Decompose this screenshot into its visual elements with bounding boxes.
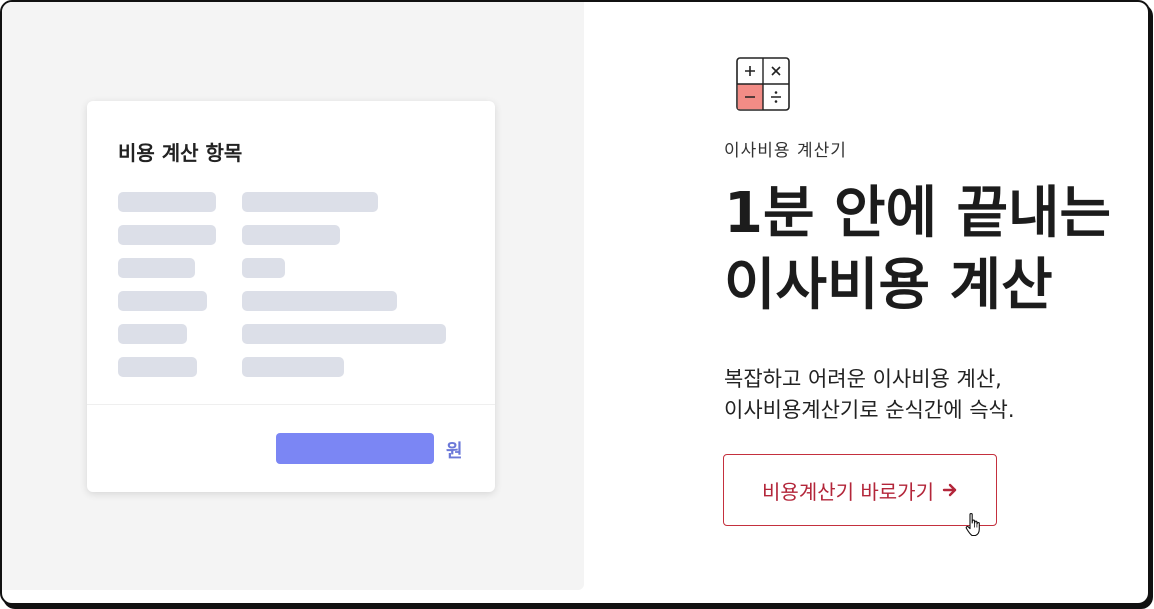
calculator-link-button[interactable]: 비용계산기 바로가기 bbox=[723, 454, 997, 526]
app-frame: 비용 계산 항목 원 이사비용 계산기 1분 안에 끝내는 이사비용 계산 복잡… bbox=[0, 0, 1150, 605]
arrow-right-icon bbox=[942, 483, 957, 497]
skeleton-label bbox=[118, 192, 216, 212]
skeleton-label bbox=[118, 225, 216, 245]
skeleton-label bbox=[118, 324, 187, 344]
skeleton-label bbox=[118, 258, 195, 278]
eyebrow-text: 이사비용 계산기 bbox=[724, 141, 847, 161]
currency-unit: 원 bbox=[446, 441, 463, 462]
description: 복잡하고 어려운 이사비용 계산, 이사비용계산기로 순식간에 슥삭. bbox=[724, 364, 1015, 426]
skeleton-value bbox=[242, 225, 340, 245]
skeleton-value bbox=[242, 291, 397, 311]
card-divider bbox=[87, 404, 495, 405]
skeleton-value bbox=[242, 258, 285, 278]
skeleton-value bbox=[242, 192, 378, 212]
card-title: 비용 계산 항목 bbox=[118, 141, 243, 165]
calculator-link-label: 비용계산기 바로가기 bbox=[762, 479, 934, 504]
cost-card: 비용 계산 항목 원 bbox=[87, 101, 495, 492]
skeleton-label bbox=[118, 357, 197, 377]
preview-panel: 비용 계산 항목 원 bbox=[2, 2, 584, 590]
description-line-1: 복잡하고 어려운 이사비용 계산, bbox=[724, 367, 1002, 391]
headline: 1분 안에 끝내는 이사비용 계산 bbox=[724, 178, 1111, 322]
description-line-2: 이사비용계산기로 순식간에 슥삭. bbox=[724, 398, 1015, 422]
total-amount-bar bbox=[276, 433, 434, 464]
skeleton-label bbox=[118, 291, 207, 311]
hand-pointer-icon bbox=[965, 512, 980, 537]
calculator-icon bbox=[736, 57, 790, 111]
headline-line-1: 1분 안에 끝내는 bbox=[724, 181, 1112, 246]
headline-line-2: 이사비용 계산 bbox=[724, 253, 1053, 318]
skeleton-value bbox=[242, 357, 344, 377]
skeleton-value bbox=[242, 324, 446, 344]
